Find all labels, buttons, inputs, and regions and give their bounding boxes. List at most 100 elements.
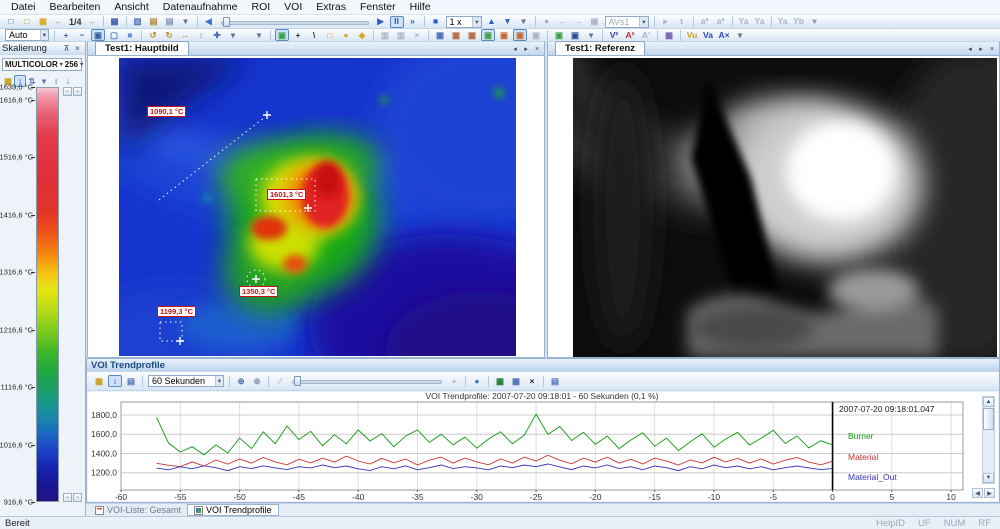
tab-scroll-right-icon[interactable]: ▸: [976, 44, 986, 54]
roi-delete-button[interactable]: ×: [410, 29, 424, 41]
voi-image-button[interactable]: ▣: [568, 29, 582, 41]
roi-export-button[interactable]: ▦: [465, 29, 479, 41]
new-document-button[interactable]: □: [4, 16, 18, 28]
pin-icon[interactable]: ⊼: [61, 43, 72, 54]
roi-rectangle-button[interactable]: □: [323, 29, 337, 41]
roi-lock-button[interactable]: ▣: [481, 29, 495, 41]
trend-zoom-in-button[interactable]: ⊕: [234, 375, 248, 387]
menu-item-datei[interactable]: Datei: [4, 1, 43, 13]
export-table-button[interactable]: ▦: [509, 375, 523, 387]
zoom-100-button[interactable]: ■: [123, 29, 137, 41]
trend-palette-button[interactable]: ▦: [92, 375, 106, 387]
spin-up-icon[interactable]: −: [63, 87, 72, 96]
menu-item-roi[interactable]: ROI: [244, 1, 277, 13]
slider-thumb[interactable]: [294, 376, 301, 386]
menu-item-datenaufnahme[interactable]: Datenaufnahme: [156, 1, 245, 13]
roi-list-button[interactable]: ▦: [449, 29, 463, 41]
flip-vertical-button[interactable]: ↕: [194, 29, 208, 41]
menu-item-ansicht[interactable]: Ansicht: [107, 1, 155, 13]
tab-scroll-left-icon[interactable]: ◂: [510, 44, 520, 54]
more-markers-button[interactable]: ▾: [808, 16, 822, 28]
scale-shift-down-button[interactable]: ↓: [62, 75, 74, 87]
interval-combo[interactable]: 60 Sekunden▾: [148, 375, 224, 387]
roi-copy-button[interactable]: ▥: [378, 29, 392, 41]
slider-thumb[interactable]: [223, 17, 230, 27]
scroll-up-icon[interactable]: ▲: [983, 397, 994, 407]
more-voi-tools-button[interactable]: ▾: [733, 29, 747, 41]
more-tools-button[interactable]: ▾: [252, 29, 266, 41]
spin-down-icon[interactable]: −: [63, 493, 72, 502]
roi-line-button[interactable]: \: [307, 29, 321, 41]
thermal-image[interactable]: 1090,1 °C1601,3 °C1350,3 °C1199,3 °C: [119, 58, 516, 356]
pan-button[interactable]: ✚: [210, 29, 224, 41]
reference-image[interactable]: [573, 58, 997, 357]
flip-horizontal-button[interactable]: ↔: [178, 29, 192, 41]
spin-up-icon[interactable]: −: [73, 87, 82, 96]
export-excel-button[interactable]: ▦: [493, 375, 507, 387]
marker-tool-b-button[interactable]: Ya: [753, 16, 767, 28]
roi-link-a-button[interactable]: ▣: [497, 29, 511, 41]
fast-forward-button[interactable]: »: [406, 16, 420, 28]
marker-tool-d-button[interactable]: Yb: [792, 16, 806, 28]
voi-v2-button[interactable]: V²: [607, 29, 621, 41]
zoom-mode-combo[interactable]: Auto▾: [5, 29, 49, 41]
rotate-right-button[interactable]: ↻: [162, 29, 176, 41]
palette-combo[interactable]: MULTICOLOR ▾ 256 ▾: [2, 58, 82, 71]
roi-link-b-button[interactable]: ▣: [513, 29, 527, 41]
tab-referenz[interactable]: Test1: Referenz: [555, 41, 645, 55]
tab-hauptbild[interactable]: Test1: Hauptbild: [95, 41, 189, 55]
scrollbar-thumb[interactable]: [983, 408, 994, 430]
voi-a1-button[interactable]: A': [639, 29, 653, 41]
roi-polygon-button[interactable]: ◆: [355, 29, 369, 41]
chart-scrollbar[interactable]: ▲ ▼: [982, 396, 995, 484]
label-tool-a-button[interactable]: aª: [698, 16, 712, 28]
bottom-tab-voi-liste[interactable]: VOI-Liste: Gesamt: [89, 504, 187, 516]
step-up-button[interactable]: ▲: [485, 16, 499, 28]
trend-fit-vertical-button[interactable]: ↕: [108, 375, 122, 387]
speed-combo[interactable]: 1 x▾: [446, 16, 482, 28]
voi-vu-button[interactable]: Vu: [685, 29, 699, 41]
new-roi-button[interactable]: ▣: [275, 29, 289, 41]
zoom-in-button[interactable]: +: [59, 29, 73, 41]
close-icon[interactable]: ×: [532, 44, 542, 54]
voi-edit-button[interactable]: ▦: [662, 29, 676, 41]
trend-zoom-out-button[interactable]: ⊕: [250, 375, 264, 387]
scale-manual-range-button[interactable]: ▾: [38, 75, 50, 87]
roi-paste-button[interactable]: ▥: [394, 29, 408, 41]
trend-scale-button[interactable]: ▤: [124, 375, 138, 387]
save-button[interactable]: ▦: [108, 16, 122, 28]
color-scale-bar[interactable]: [36, 87, 59, 502]
pan-right-icon[interactable]: ▶: [984, 488, 995, 498]
close-icon[interactable]: ×: [987, 44, 997, 54]
tab-scroll-left-icon[interactable]: ◂: [965, 44, 975, 54]
trend-pointer-button[interactable]: +: [447, 375, 461, 387]
copy-button[interactable]: ▥: [131, 16, 145, 28]
voi-va-button[interactable]: Va: [701, 29, 715, 41]
spin-down-icon[interactable]: −: [73, 493, 82, 502]
cursor-tool-button[interactable]: ▸: [659, 16, 673, 28]
menu-item-voi[interactable]: VOI: [277, 1, 309, 13]
scale-expand-button[interactable]: ↕: [50, 75, 62, 87]
timeline-slider[interactable]: [221, 17, 369, 27]
tau-tool-button[interactable]: τ: [675, 16, 689, 28]
measurement-spot-label[interactable]: 1090,1 °C: [147, 106, 186, 117]
menu-item-fenster[interactable]: Fenster: [353, 1, 403, 13]
zoom-window-button[interactable]: ▢: [107, 29, 121, 41]
next-image-button[interactable]: →: [85, 16, 99, 28]
label-tool-b-button[interactable]: aª: [714, 16, 728, 28]
voi-ax-button[interactable]: A×: [717, 29, 731, 41]
export-sequence-button[interactable]: ▤: [163, 16, 177, 28]
trend-print-button[interactable]: ▤: [548, 375, 562, 387]
marker-tool-c-button[interactable]: Ya: [776, 16, 790, 28]
forward-button[interactable]: →: [572, 16, 586, 28]
menu-item-extras[interactable]: Extras: [309, 1, 353, 13]
more-voi-button[interactable]: ▾: [584, 29, 598, 41]
more-export-button[interactable]: ▾: [179, 16, 193, 28]
rotate-left-button[interactable]: ↺: [146, 29, 160, 41]
export-image-button[interactable]: ▤: [147, 16, 161, 28]
voi-green-button[interactable]: ▣: [552, 29, 566, 41]
measurement-spot-label[interactable]: 1199,3 °C: [157, 306, 196, 317]
marker-tool-a-button[interactable]: Ya: [737, 16, 751, 28]
roi-ellipse-button[interactable]: ●: [339, 29, 353, 41]
trend-sphere-button[interactable]: ●: [470, 375, 484, 387]
